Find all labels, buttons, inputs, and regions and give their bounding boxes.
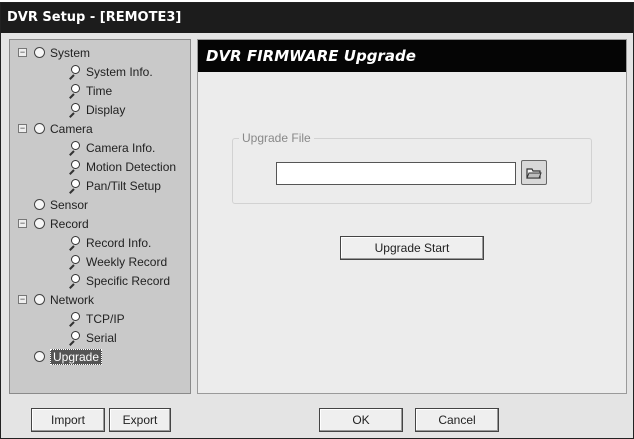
- collapse-toggle-icon[interactable]: −: [18, 48, 27, 57]
- tree-item-serial[interactable]: Serial: [68, 329, 117, 347]
- tree-item-label: Motion Detection: [86, 160, 177, 174]
- magnifier-icon: [68, 236, 81, 249]
- tree-item-label: TCP/IP: [86, 312, 125, 326]
- import-button[interactable]: Import: [31, 408, 105, 432]
- tree-item-upgrade[interactable]: Upgrade: [34, 348, 103, 366]
- magnifier-icon: [68, 141, 81, 154]
- upgrade-start-button[interactable]: Upgrade Start: [340, 236, 484, 260]
- tree-item-label: Record: [50, 217, 89, 231]
- folder-browse-icon: [526, 167, 542, 179]
- tree-item-camera[interactable]: − Camera: [18, 120, 93, 138]
- category-node-icon: [34, 294, 45, 305]
- settings-tree-panel: − System System Info. Time Display − Camera Cam…: [9, 39, 191, 394]
- collapse-toggle-icon[interactable]: −: [18, 124, 27, 133]
- tree-item-camera-info[interactable]: Camera Info.: [68, 139, 155, 157]
- category-node-icon: [34, 123, 45, 134]
- tree-item-label: Upgrade: [50, 349, 103, 365]
- tree-item-pan-tilt-setup[interactable]: Pan/Tilt Setup: [68, 177, 161, 195]
- tree-item-network[interactable]: − Network: [18, 291, 95, 309]
- upgrade-start-label: Upgrade Start: [374, 241, 450, 255]
- window-title: DVR Setup - [REMOTE3]: [1, 3, 633, 33]
- content-panel: DVR FIRMWARE Upgrade Upgrade File Upgrad…: [197, 39, 627, 394]
- magnifier-icon: [68, 65, 81, 78]
- magnifier-icon: [68, 312, 81, 325]
- ok-button[interactable]: OK: [319, 408, 403, 432]
- magnifier-icon: [68, 179, 81, 192]
- tree-item-label: Serial: [86, 331, 117, 345]
- tree-item-label: Time: [86, 84, 113, 98]
- magnifier-icon: [68, 331, 81, 344]
- tree-item-label: Weekly Record: [86, 255, 168, 269]
- ok-label: OK: [352, 413, 370, 427]
- tree-item-label: Sensor: [50, 198, 89, 212]
- tree-item-system[interactable]: − System: [18, 44, 91, 62]
- tree-item-record[interactable]: − Record: [18, 215, 89, 233]
- magnifier-icon: [68, 160, 81, 173]
- tree-item-label: System Info.: [86, 65, 153, 79]
- tree-item-weekly-record[interactable]: Weekly Record: [68, 253, 167, 271]
- upgrade-file-group: Upgrade File: [232, 131, 592, 204]
- tree-item-label: Camera Info.: [86, 141, 156, 155]
- category-node-icon: [34, 199, 45, 210]
- category-node-icon: [34, 218, 45, 229]
- cancel-label: Cancel: [438, 413, 476, 427]
- cancel-button[interactable]: Cancel: [415, 408, 499, 432]
- dvr-setup-window: DVR Setup - [REMOTE3] − System System Info…: [0, 2, 634, 439]
- tree-item-label: Record Info.: [86, 236, 152, 250]
- tree-item-label: Camera: [50, 122, 93, 136]
- tree-item-label: Display: [86, 103, 126, 117]
- tree-item-label: Pan/Tilt Setup: [86, 179, 161, 193]
- upgrade-file-legend: Upgrade File: [239, 131, 314, 145]
- export-button[interactable]: Export: [109, 408, 171, 432]
- tree-item-record-info[interactable]: Record Info.: [68, 234, 151, 252]
- tree-item-label: Network: [50, 293, 95, 307]
- category-node-icon: [34, 351, 45, 362]
- tree-item-display[interactable]: Display: [68, 101, 125, 119]
- upgrade-file-input[interactable]: [276, 162, 516, 185]
- tree-item-system-info[interactable]: System Info.: [68, 63, 153, 81]
- import-label: Import: [50, 413, 85, 427]
- tree-item-tcp-ip[interactable]: TCP/IP: [68, 310, 125, 328]
- magnifier-icon: [68, 84, 81, 97]
- tree-item-label: System: [50, 46, 91, 60]
- collapse-toggle-icon[interactable]: −: [18, 219, 27, 228]
- magnifier-icon: [68, 255, 81, 268]
- browse-button[interactable]: [521, 160, 547, 185]
- tree-item-specific-record[interactable]: Specific Record: [68, 272, 170, 290]
- category-node-icon: [34, 47, 45, 58]
- page-title: DVR FIRMWARE Upgrade: [198, 40, 626, 72]
- magnifier-icon: [68, 274, 81, 287]
- tree-item-motion-detection[interactable]: Motion Detection: [68, 158, 176, 176]
- export-label: Export: [122, 413, 158, 427]
- tree-item-label: Specific Record: [86, 274, 171, 288]
- tree-item-time[interactable]: Time: [68, 82, 112, 100]
- collapse-toggle-icon[interactable]: −: [18, 295, 27, 304]
- tree-item-sensor[interactable]: Sensor: [34, 196, 88, 214]
- magnifier-icon: [68, 103, 81, 116]
